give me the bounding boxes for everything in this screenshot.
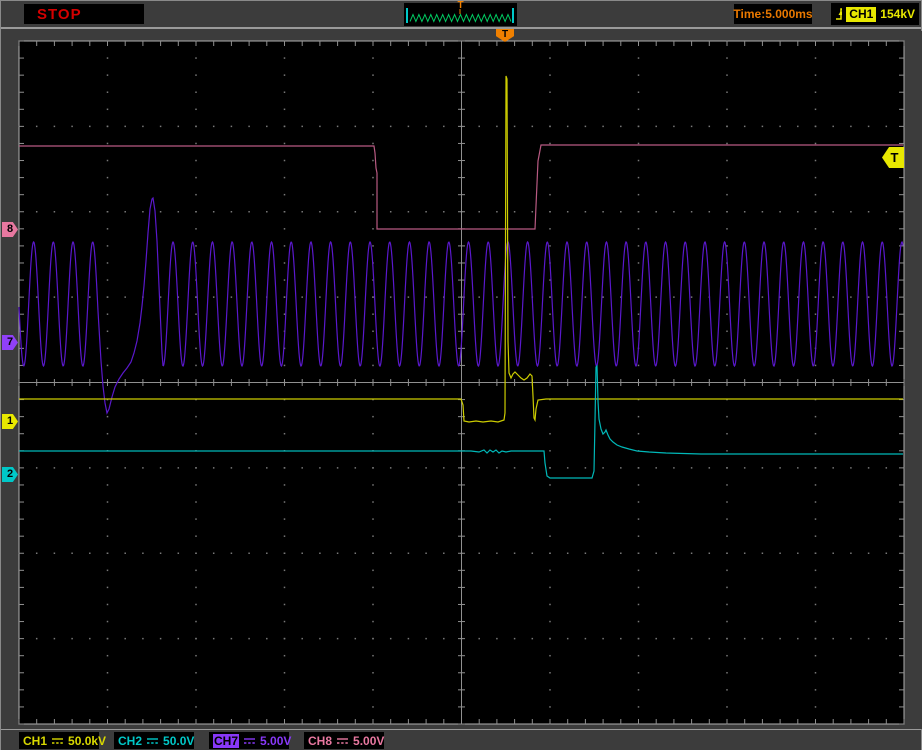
timebase-label: Time:5.000ms bbox=[733, 7, 812, 21]
rising-edge-trigger-icon bbox=[835, 5, 842, 23]
ch2-readout[interactable]: CH2 50.0V bbox=[114, 732, 194, 749]
trigger-readout: CH1 154kV bbox=[831, 3, 919, 25]
ch7-scale: 5.00V bbox=[260, 734, 291, 748]
dc-coupling-icon bbox=[146, 735, 159, 746]
preview-trigger-marker: T bbox=[404, 1, 517, 11]
ch2-scale: 50.0V bbox=[163, 734, 194, 748]
run-state-label: STOP bbox=[37, 6, 82, 23]
timebase-readout: Time:5.000ms bbox=[734, 4, 812, 24]
dc-coupling-icon bbox=[243, 735, 256, 746]
ch2-marker-label: 2 bbox=[7, 468, 13, 480]
graticule-and-traces bbox=[1, 31, 922, 729]
trigger-level-marker-label: T bbox=[891, 150, 899, 165]
dc-coupling-icon bbox=[336, 735, 349, 746]
ch8-label: CH8 bbox=[308, 734, 332, 748]
ch1-marker-label: 1 bbox=[7, 415, 13, 427]
ch8-readout[interactable]: CH8 5.00V bbox=[304, 732, 384, 749]
waveform-preview[interactable]: T bbox=[404, 3, 517, 26]
trigger-source-badge: CH1 bbox=[846, 7, 876, 22]
run-state-indicator: STOP bbox=[24, 4, 144, 24]
ch1-scale: 50.0kV bbox=[68, 734, 106, 748]
channel-bar: CH1 50.0kV CH2 50.0V CH7 5.00V CH8 bbox=[1, 729, 921, 750]
ch7-readout[interactable]: CH7 5.00V bbox=[209, 732, 289, 749]
trigger-level-readout: 154kV bbox=[880, 7, 915, 21]
ch7-marker-label: 7 bbox=[7, 336, 13, 348]
ch7-label: CH7 bbox=[213, 734, 239, 748]
oscilloscope-screen: STOP T Time:5.000ms CH1 154kV 8 7 1 2 T … bbox=[0, 0, 922, 750]
display-area: 8 7 1 2 T T bbox=[1, 31, 922, 729]
status-bar: STOP T Time:5.000ms CH1 154kV bbox=[1, 1, 921, 29]
ch8-marker-label: 8 bbox=[7, 223, 13, 235]
dc-coupling-icon bbox=[51, 735, 64, 746]
ch2-label: CH2 bbox=[118, 734, 142, 748]
ch8-scale: 5.00V bbox=[353, 734, 384, 748]
ch1-readout[interactable]: CH1 50.0kV bbox=[19, 732, 99, 749]
trigger-time-marker-label: T bbox=[502, 29, 508, 40]
ch1-label: CH1 bbox=[23, 734, 47, 748]
